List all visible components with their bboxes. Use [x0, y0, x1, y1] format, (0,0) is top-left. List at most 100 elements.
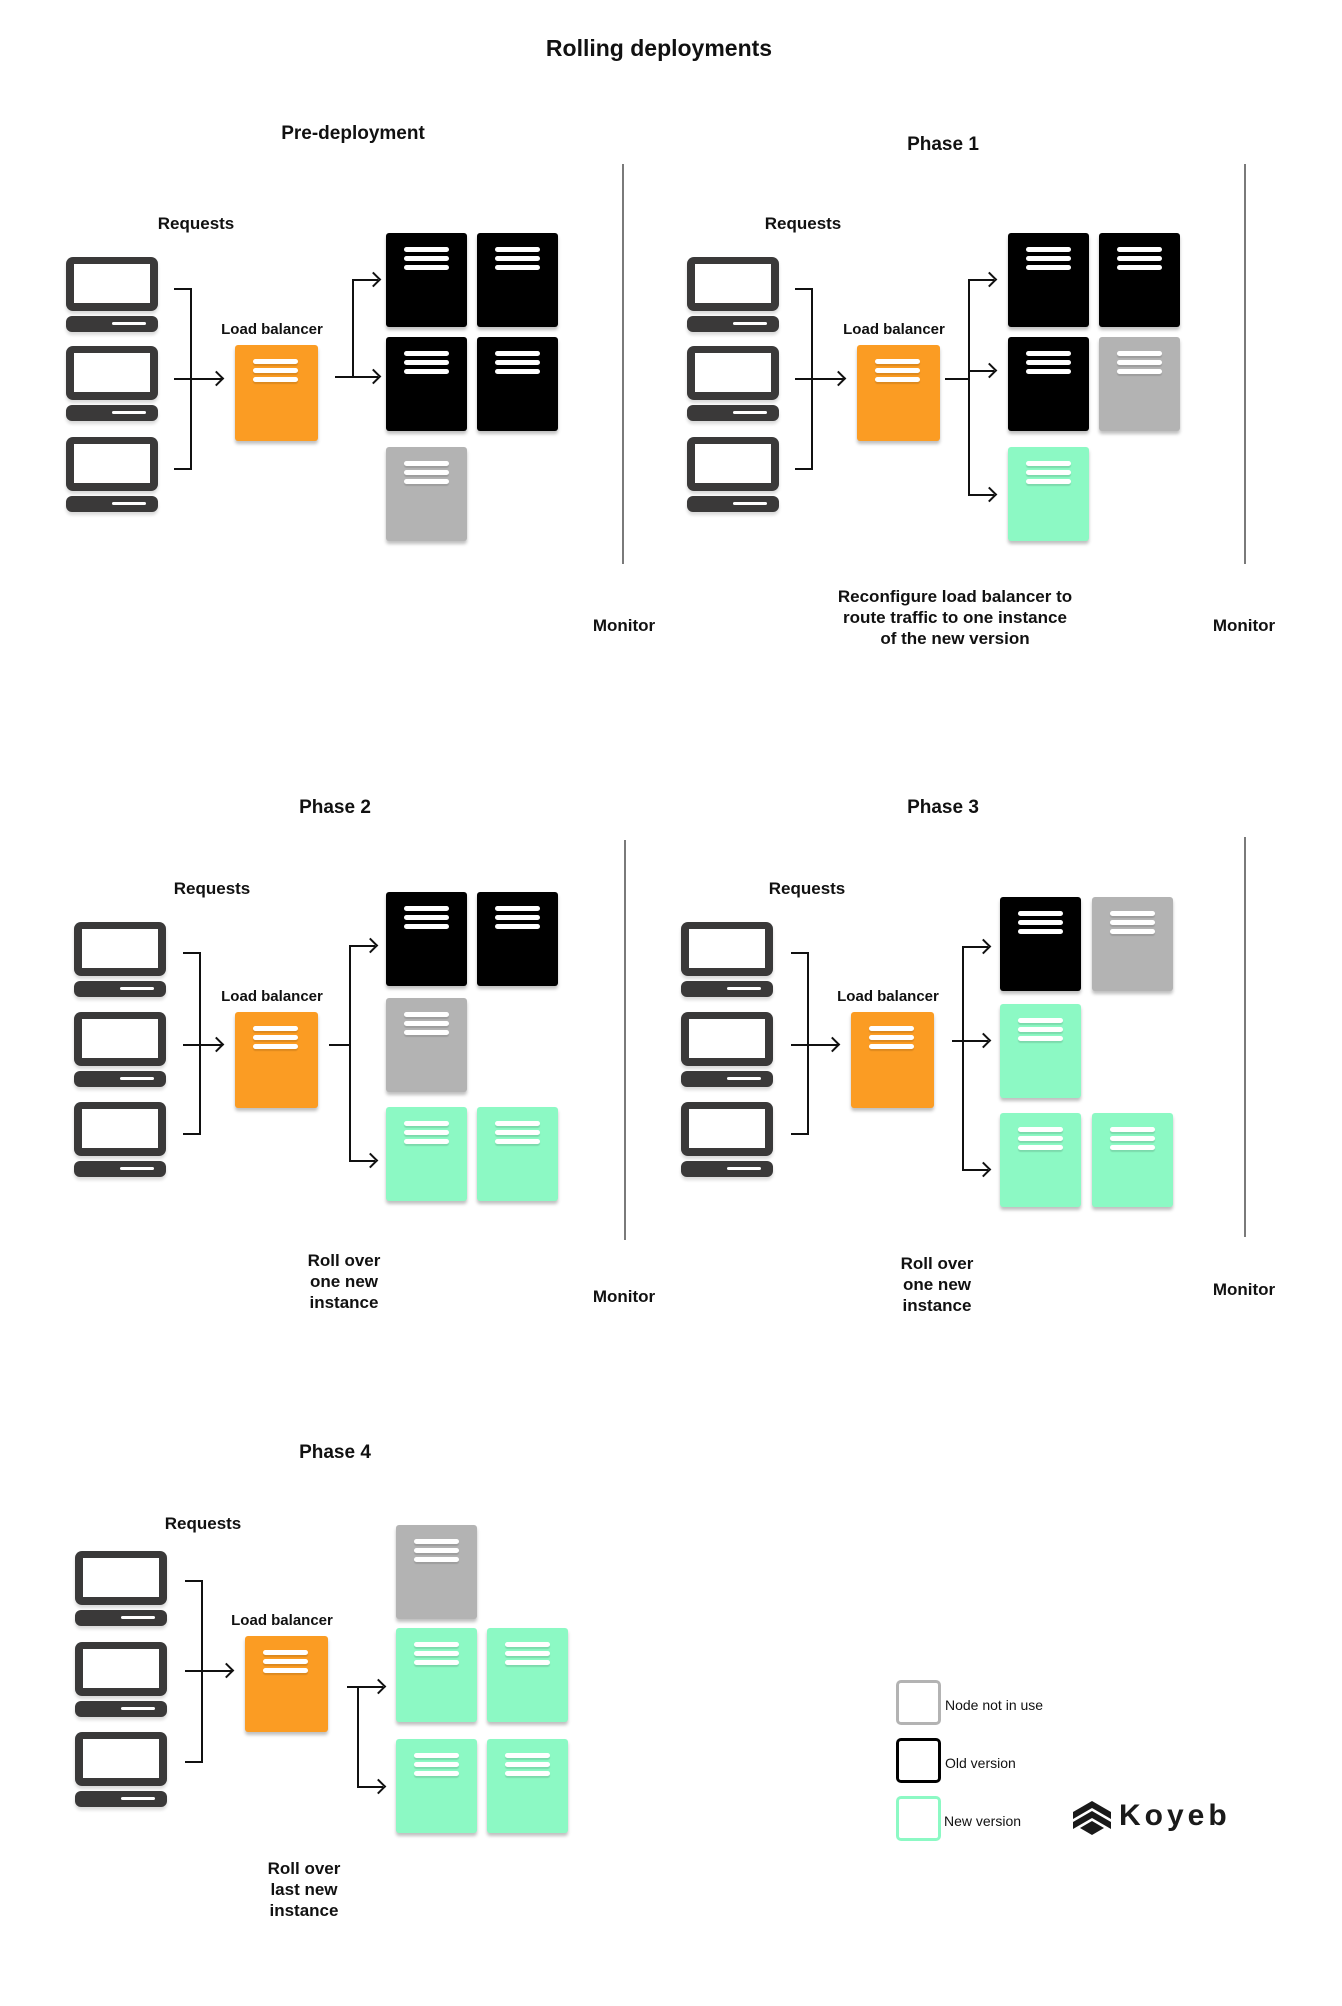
server-instance-old: [477, 892, 558, 986]
server-slot: [875, 377, 920, 382]
fanout-trunk: [962, 946, 964, 1171]
server-rack-icon: [1110, 911, 1155, 938]
fanout-trunk: [349, 945, 351, 1162]
server-slot: [1117, 256, 1162, 261]
legend-label-old: Old version: [945, 1755, 1016, 1771]
server-instance-old: [1008, 233, 1089, 327]
server-slot: [404, 369, 449, 374]
server-slot: [253, 1035, 298, 1040]
laptop-screen: [687, 257, 779, 311]
server-slot: [875, 359, 920, 364]
phase-caption: Roll over one new instance: [307, 1251, 381, 1312]
laptop-screen: [687, 346, 779, 400]
server-slot: [495, 915, 540, 920]
server-slot: [1117, 369, 1162, 374]
server-instance-idle: [386, 447, 467, 541]
server-slot: [414, 1642, 459, 1647]
server-slot: [253, 377, 298, 382]
server-slot: [253, 1026, 298, 1031]
legend-swatch-new: [896, 1796, 941, 1841]
panel-heading: Phase 2: [299, 797, 371, 818]
laptop-screen: [66, 346, 158, 400]
server-slot: [869, 1026, 914, 1031]
arrow-to-load-balancer: [824, 1036, 841, 1053]
diagram-title: Rolling deployments: [545, 35, 773, 61]
server-slot: [1018, 911, 1063, 916]
server-instance-old: [386, 892, 467, 986]
server-rack-icon: [1026, 351, 1071, 378]
laptop-screen: [75, 1642, 167, 1696]
laptop-base: [75, 1701, 167, 1717]
panel-heading: Pre-deployment: [281, 123, 425, 144]
laptop-icon: [66, 346, 158, 421]
monitor-divider: [622, 164, 624, 564]
server-rack-icon: [404, 1012, 449, 1039]
server-slot: [1018, 1136, 1063, 1141]
server-slot: [414, 1548, 459, 1553]
server-slot: [1110, 920, 1155, 925]
legend-swatch-old: [896, 1738, 941, 1783]
server-slot: [1018, 1145, 1063, 1150]
requests-label: Requests: [768, 879, 846, 898]
server-slot: [1026, 479, 1071, 484]
server-instance-new: [487, 1628, 568, 1722]
server-slot: [505, 1771, 550, 1776]
koyeb-logo-icon: [1073, 1801, 1111, 1835]
laptop-base: [74, 1071, 166, 1087]
server-rack-icon: [505, 1642, 550, 1669]
fanout-arrowhead: [365, 368, 382, 385]
server-slot: [404, 924, 449, 929]
laptop-screen: [681, 1102, 773, 1156]
server-instance-old: [386, 233, 467, 327]
server-rack-icon: [1110, 1127, 1155, 1154]
fanout-arrowhead: [362, 937, 379, 954]
fanout-arrowhead: [981, 271, 998, 288]
laptop-base: [687, 496, 779, 512]
arrow-to-load-balancer: [208, 1036, 225, 1053]
server-instance-old: [1008, 337, 1089, 431]
server-rack-icon: [1117, 247, 1162, 274]
laptop-icon: [74, 1012, 166, 1087]
monitor-label: Monitor: [1212, 616, 1276, 635]
server-slot: [404, 351, 449, 356]
arrow-to-load-balancer: [830, 370, 847, 387]
server-instance-idle: [396, 1525, 477, 1619]
server-instance-old: [477, 233, 558, 327]
server-rack-icon: [414, 1753, 459, 1780]
server-instance-new: [1000, 1113, 1081, 1207]
server-slot: [404, 1021, 449, 1026]
server-rack-icon: [263, 1650, 308, 1677]
server-slot: [1026, 247, 1071, 252]
load-balancer: [235, 345, 318, 441]
server-slot: [1117, 247, 1162, 252]
laptop-icon: [74, 922, 166, 997]
fanout-arrowhead: [365, 271, 382, 288]
server-slot: [1110, 929, 1155, 934]
server-instance-new: [396, 1628, 477, 1722]
server-slot: [1117, 351, 1162, 356]
fanout-trunk: [352, 279, 354, 378]
load-balancer: [245, 1636, 328, 1732]
laptop-icon: [687, 346, 779, 421]
load-balancer: [857, 345, 940, 441]
laptop-base: [75, 1610, 167, 1626]
fanout-arrowhead: [981, 362, 998, 379]
server-slot: [404, 1139, 449, 1144]
server-slot: [495, 256, 540, 261]
phase-caption: Roll over last new instance: [267, 1859, 341, 1920]
server-slot: [414, 1651, 459, 1656]
server-slot: [495, 924, 540, 929]
laptop-icon: [74, 1102, 166, 1177]
server-instance-idle: [1092, 897, 1173, 991]
server-instance-old: [1099, 233, 1180, 327]
server-slot: [414, 1557, 459, 1562]
server-slot: [1018, 1127, 1063, 1132]
laptop-base: [66, 405, 158, 421]
server-slot: [1026, 256, 1071, 261]
arrow-to-load-balancer: [218, 1662, 235, 1679]
server-rack-icon: [1026, 247, 1071, 274]
server-rack-icon: [404, 461, 449, 488]
panel-heading: Phase 1: [907, 134, 979, 155]
server-slot: [1110, 1145, 1155, 1150]
server-instance-idle: [386, 998, 467, 1092]
